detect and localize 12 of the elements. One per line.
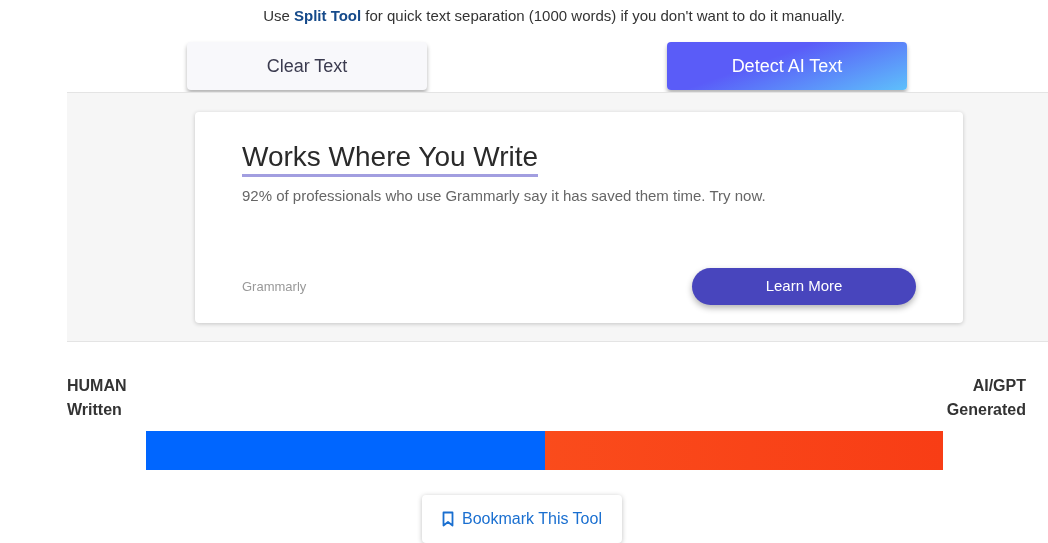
bookmark-icon (442, 511, 455, 527)
bookmark-button[interactable]: Bookmark This Tool (422, 495, 622, 543)
ad-brand: Grammarly (242, 277, 307, 296)
ad-title: Works Where You Write (242, 142, 539, 177)
intro-text: Use Split Tool for quick text separation (1000 words) if you don't want to do it manually. (262, 6, 846, 26)
clear-text-button[interactable]: Clear Text (187, 42, 427, 90)
split-tool-link[interactable]: Split Tool (293, 7, 362, 24)
learn-more-button[interactable]: Learn More (692, 268, 916, 305)
human-label: HUMAN Written (67, 376, 127, 420)
ad-text: 92% of professionals who use Grammarly say it has saved them time. Try now. (242, 186, 767, 206)
detect-ai-text-button[interactable]: Detect AI Text (667, 42, 907, 90)
ai-label: AI/GPT Generated (946, 376, 1026, 420)
